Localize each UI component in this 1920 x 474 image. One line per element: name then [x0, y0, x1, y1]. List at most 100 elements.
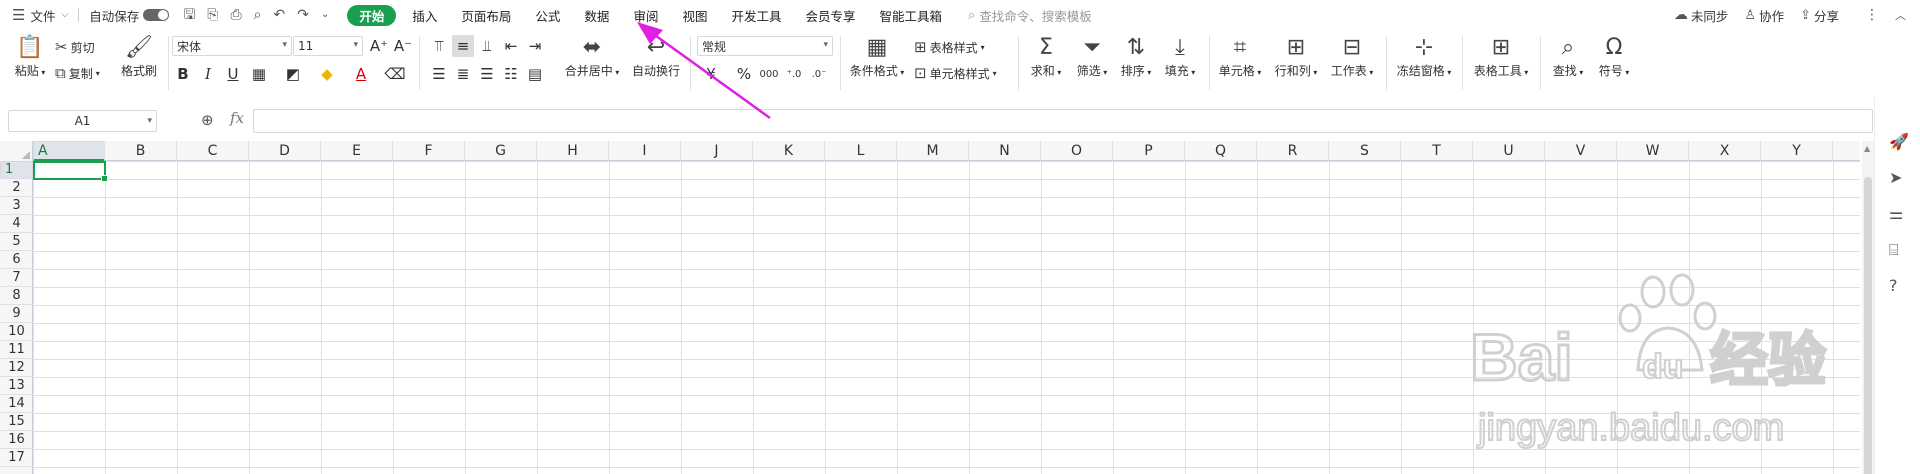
column-header-y[interactable]: Y — [1761, 141, 1833, 161]
align-left-icon[interactable]: ☰ — [428, 63, 450, 85]
customize-toolbar-icon[interactable]: ⌄ — [321, 10, 329, 20]
tab-review[interactable]: 审阅 — [621, 0, 670, 30]
more-button[interactable]: ⋮ — [1865, 0, 1879, 30]
column-header-j[interactable]: J — [681, 141, 753, 161]
row-header-1[interactable]: 1 — [0, 161, 33, 179]
undo-icon[interactable]: ↶ — [274, 8, 286, 22]
column-header-d[interactable]: D — [249, 141, 321, 161]
tab-insert[interactable]: 插入 — [400, 0, 449, 30]
row-header-17[interactable]: 17 — [0, 449, 33, 467]
align-top-icon[interactable]: ⫪ — [428, 35, 450, 57]
file-menu[interactable]: ☰ 文件 ⌵ — [12, 0, 68, 30]
column-header-a[interactable]: A — [33, 141, 105, 161]
select-all-corner[interactable] — [0, 141, 33, 161]
row-header-7[interactable]: 7 — [0, 269, 33, 287]
tab-formulas[interactable]: 公式 — [523, 0, 572, 30]
font-color-icon[interactable]: A — [350, 63, 372, 85]
highlight-color-icon[interactable]: ◆ — [316, 63, 338, 85]
cut-button[interactable]: ✂ 剪切 — [55, 38, 95, 56]
increase-indent-icon[interactable]: ⇥ — [524, 35, 546, 57]
active-cell-a1[interactable] — [33, 161, 108, 182]
row-header-16[interactable]: 16 — [0, 431, 33, 449]
filter-button[interactable]: ⏷ 筛选 ▾ — [1070, 32, 1114, 80]
name-box[interactable]: A1 ▾ — [8, 110, 157, 132]
decrease-font-icon[interactable]: A⁻ — [392, 35, 414, 57]
table-style-button[interactable]: ⊞ 表格样式 ▾ — [914, 38, 985, 56]
cursor-icon[interactable]: ➤ — [1889, 168, 1902, 187]
italic-button[interactable]: I — [197, 63, 219, 85]
row-header-11[interactable]: 11 — [0, 341, 33, 359]
column-header-m[interactable]: M — [897, 141, 969, 161]
tab-data[interactable]: 数据 — [572, 0, 621, 30]
tab-smart-toolbox[interactable]: 智能工具箱 — [868, 0, 955, 30]
row-header-10[interactable]: 10 — [0, 323, 33, 341]
table-tools-button[interactable]: ⊞ 表格工具 ▾ — [1470, 32, 1532, 80]
symbol-button[interactable]: Ω 符号 ▾ — [1592, 32, 1636, 80]
help-icon[interactable]: ? — [1889, 276, 1898, 295]
column-header-i[interactable]: I — [609, 141, 681, 161]
align-bottom-icon[interactable]: ⫫ — [476, 35, 498, 57]
cell-area[interactable] — [33, 161, 1860, 474]
align-right-icon[interactable]: ☰ — [476, 63, 498, 85]
row-header-2[interactable]: 2 — [0, 179, 33, 197]
column-header-g[interactable]: G — [465, 141, 537, 161]
row-header-15[interactable]: 15 — [0, 413, 33, 431]
autosave-toggle[interactable]: 自动保存 — [89, 0, 170, 30]
sync-button[interactable]: ☁ 未同步 — [1674, 0, 1729, 30]
row-header-9[interactable]: 9 — [0, 305, 33, 323]
cells-button[interactable]: ⌗ 单元格 ▾ — [1214, 32, 1266, 80]
tab-member[interactable]: 会员专享 — [793, 0, 867, 30]
print-icon[interactable]: ⎙ — [230, 8, 241, 22]
command-search[interactable]: ⌕ 查找命令、搜索模板 — [968, 0, 1092, 30]
tab-home[interactable]: 开始 — [347, 4, 397, 26]
column-header-u[interactable]: U — [1473, 141, 1545, 161]
column-header-e[interactable]: E — [321, 141, 393, 161]
vertical-scrollbar[interactable]: ▲ — [1862, 141, 1874, 474]
redo-icon[interactable]: ↷ — [297, 8, 309, 22]
decrease-indent-icon[interactable]: ⇤ — [500, 35, 522, 57]
merge-center-button[interactable]: ⬌ 合并居中 ▾ — [560, 32, 624, 80]
column-header-l[interactable]: L — [825, 141, 897, 161]
row-header-6[interactable]: 6 — [0, 251, 33, 269]
tab-page-layout[interactable]: 页面布局 — [449, 0, 523, 30]
decrease-decimal-icon[interactable]: .0⁻ — [808, 63, 830, 85]
tab-developer[interactable]: 开发工具 — [719, 0, 793, 30]
cell-style-button[interactable]: ⊡ 单元格样式 ▾ — [914, 64, 997, 82]
thousands-button[interactable]: 000 — [758, 63, 780, 85]
border-icon[interactable]: ▦ — [248, 63, 270, 85]
justify-icon[interactable]: ☷ — [500, 63, 522, 85]
underline-button[interactable]: U — [222, 63, 244, 85]
column-header-n[interactable]: N — [969, 141, 1041, 161]
row-header-14[interactable]: 14 — [0, 395, 33, 413]
row-header-5[interactable]: 5 — [0, 233, 33, 251]
column-header-p[interactable]: P — [1113, 141, 1185, 161]
cell-fill-icon[interactable]: ◩ — [282, 63, 304, 85]
output-icon[interactable]: ⎘ — [207, 8, 218, 22]
font-size-select[interactable]: 11 ▾ — [293, 36, 363, 56]
column-header-v[interactable]: V — [1545, 141, 1617, 161]
tab-view[interactable]: 视图 — [670, 0, 719, 30]
align-center-icon[interactable]: ≣ — [452, 63, 474, 85]
zoom-icon[interactable]: ⊕ — [201, 111, 214, 129]
column-header-b[interactable]: B — [105, 141, 177, 161]
currency-button[interactable]: ¥ — [700, 63, 722, 85]
row-header-13[interactable]: 13 — [0, 377, 33, 395]
percent-button[interactable]: % — [733, 63, 755, 85]
formula-input[interactable] — [253, 109, 1873, 133]
rocket-icon[interactable]: 🚀 — [1889, 132, 1909, 151]
column-header-r[interactable]: R — [1257, 141, 1329, 161]
distributed-icon[interactable]: ▤ — [524, 63, 546, 85]
sliders-icon[interactable]: ⚌ — [1889, 204, 1903, 223]
row-header-12[interactable]: 12 — [0, 359, 33, 377]
align-middle-icon[interactable]: ≡ — [452, 35, 474, 57]
print-preview-icon[interactable]: ⌕ — [254, 8, 262, 22]
row-header-4[interactable]: 4 — [0, 215, 33, 233]
column-header-t[interactable]: T — [1401, 141, 1473, 161]
rows-cols-button[interactable]: ⊞ 行和列 ▾ — [1270, 32, 1322, 80]
column-header-q[interactable]: Q — [1185, 141, 1257, 161]
column-header-f[interactable]: F — [393, 141, 465, 161]
wrap-text-button[interactable]: ↩ 自动换行 — [630, 32, 682, 80]
column-header-w[interactable]: W — [1617, 141, 1689, 161]
frame-icon[interactable]: ⌸ — [1889, 240, 1899, 260]
scroll-thumb[interactable] — [1864, 177, 1872, 474]
